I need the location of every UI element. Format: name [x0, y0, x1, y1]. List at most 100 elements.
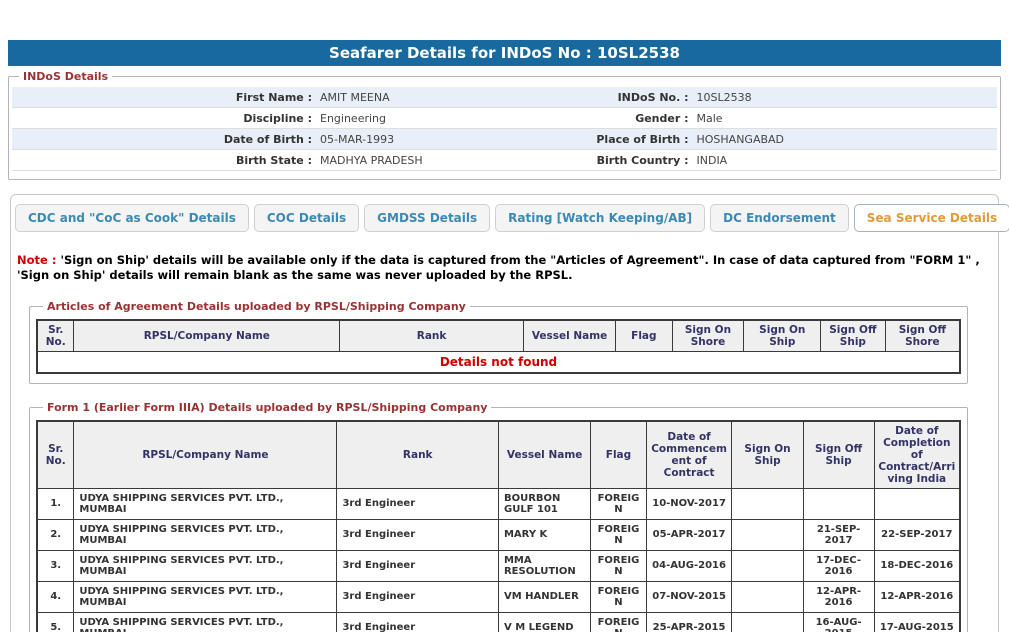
table-row: Details not found	[37, 351, 960, 373]
table-cell: 3.	[37, 550, 74, 581]
birth-state-label: Birth State :	[12, 154, 312, 167]
table-cell: BOURBON GULF 101	[498, 488, 590, 519]
table-cell: 21-SEP-2017	[803, 519, 874, 550]
table-cell: 17-AUG-2015	[874, 612, 960, 632]
gender-label: Gender :	[505, 112, 689, 125]
table-cell	[732, 550, 803, 581]
column-header: Sr. No.	[37, 421, 74, 489]
table-cell: V M LEGEND	[498, 612, 590, 632]
articles-of-agreement-legend: Articles of Agreement Details uploaded b…	[43, 300, 470, 313]
table-cell: 2.	[37, 519, 74, 550]
tab-gmdss-details[interactable]: GMDSS Details	[364, 204, 490, 232]
column-header: Sign On Shore	[672, 320, 744, 352]
table-cell: 3rd Engineer	[337, 488, 499, 519]
column-header: RPSL/Company Name	[74, 421, 337, 489]
date-of-birth-label: Date of Birth :	[12, 133, 312, 146]
table-row: 3.UDYA SHIPPING SERVICES PVT. LTD., MUMB…	[37, 550, 960, 581]
table-cell: FOREIGN	[591, 488, 646, 519]
column-header: Sign Off Ship	[821, 320, 886, 352]
discipline-label: Discipline :	[12, 112, 312, 125]
tab-coc-details[interactable]: COC Details	[254, 204, 359, 232]
column-header: Sign On Ship	[744, 320, 821, 352]
date-of-birth-value: 05-MAR-1993	[312, 133, 394, 146]
articles-table: Sr. No.RPSL/Company NameRankVessel NameF…	[36, 319, 961, 374]
column-header: Rank	[337, 421, 499, 489]
table-cell: 25-APR-2015	[646, 612, 732, 632]
tab-cdc-coc-as-cook-details[interactable]: CDC and "CoC as Cook" Details	[15, 204, 249, 232]
form1-legend: Form 1 (Earlier Form IIIA) Details uploa…	[43, 401, 491, 414]
table-cell: 4.	[37, 581, 74, 612]
tab-bar: CDC and "CoC as Cook" Details COC Detail…	[11, 195, 998, 232]
indos-details-section: INDoS Details First Name : AMIT MEENA IN…	[8, 70, 1001, 180]
table-cell: MARY K	[498, 519, 590, 550]
table-cell: 12-APR-2016	[874, 581, 960, 612]
table-cell: UDYA SHIPPING SERVICES PVT. LTD., MUMBAI	[74, 519, 337, 550]
tab-rating-watch-keeping-ab[interactable]: Rating [Watch Keeping/AB]	[495, 204, 705, 232]
table-cell: 10-NOV-2017	[646, 488, 732, 519]
column-header: Sign On Ship	[732, 421, 803, 489]
table-cell: 16-AUG-2015	[803, 612, 874, 632]
table-cell: FOREIGN	[591, 612, 646, 632]
birth-country-value: INDIA	[689, 154, 728, 167]
gender-value: Male	[689, 112, 723, 125]
place-of-birth-label: Place of Birth :	[505, 133, 689, 146]
note-body: 'Sign on Ship' details will be available…	[17, 253, 980, 282]
empty-message: Details not found	[37, 351, 960, 373]
indos-no-label: INDoS No. :	[505, 91, 689, 104]
table-cell: 22-SEP-2017	[874, 519, 960, 550]
detail-row: Discipline : Engineering Gender : Male	[12, 108, 997, 129]
indos-details-legend: INDoS Details	[19, 70, 112, 83]
table-cell	[874, 488, 960, 519]
page-title: Seafarer Details for INDoS No : 10SL2538	[8, 40, 1001, 66]
table-cell	[732, 581, 803, 612]
table-cell: 3rd Engineer	[337, 519, 499, 550]
table-row: 2.UDYA SHIPPING SERVICES PVT. LTD., MUMB…	[37, 519, 960, 550]
column-header: Date of Commencement of Contract	[646, 421, 732, 489]
table-cell: 17-DEC-2016	[803, 550, 874, 581]
note-label: Note :	[17, 253, 56, 267]
table-cell: UDYA SHIPPING SERVICES PVT. LTD., MUMBAI	[74, 488, 337, 519]
column-header: Date of Completion of Contract/Arriving …	[874, 421, 960, 489]
table-cell: 3rd Engineer	[337, 612, 499, 632]
table-row: 4.UDYA SHIPPING SERVICES PVT. LTD., MUMB…	[37, 581, 960, 612]
place-of-birth-value: HOSHANGABAD	[689, 133, 785, 146]
birth-state-value: MADHYA PRADESH	[312, 154, 423, 167]
table-cell: UDYA SHIPPING SERVICES PVT. LTD., MUMBAI	[74, 612, 337, 632]
table-cell: 18-DEC-2016	[874, 550, 960, 581]
table-row: 1.UDYA SHIPPING SERVICES PVT. LTD., MUMB…	[37, 488, 960, 519]
first-name-label: First Name :	[12, 91, 312, 104]
form1-section: Form 1 (Earlier Form IIIA) Details uploa…	[29, 401, 968, 632]
form1-table: Sr. No.RPSL/Company NameRankVessel NameF…	[36, 420, 961, 632]
table-cell: 5.	[37, 612, 74, 632]
table-cell: FOREIGN	[591, 581, 646, 612]
tab-dc-endorsement[interactable]: DC Endorsement	[710, 204, 849, 232]
column-header: Vessel Name	[523, 320, 615, 352]
table-cell	[803, 488, 874, 519]
table-cell: VM HANDLER	[498, 581, 590, 612]
table-cell: 12-APR-2016	[803, 581, 874, 612]
detail-row: First Name : AMIT MEENA INDoS No. : 10SL…	[12, 87, 997, 108]
table-cell: UDYA SHIPPING SERVICES PVT. LTD., MUMBAI	[74, 581, 337, 612]
indos-no-value: 10SL2538	[689, 91, 752, 104]
table-cell: 3rd Engineer	[337, 581, 499, 612]
table-cell: FOREIGN	[591, 519, 646, 550]
tab-panel: CDC and "CoC as Cook" Details COC Detail…	[10, 194, 999, 632]
birth-country-label: Birth Country :	[505, 154, 689, 167]
detail-row: Date of Birth : 05-MAR-1993 Place of Bir…	[12, 129, 997, 150]
table-cell: 07-NOV-2015	[646, 581, 732, 612]
table-cell: UDYA SHIPPING SERVICES PVT. LTD., MUMBAI	[74, 550, 337, 581]
column-header: Flag	[616, 320, 672, 352]
column-header: Rank	[340, 320, 524, 352]
table-row: 5.UDYA SHIPPING SERVICES PVT. LTD., MUMB…	[37, 612, 960, 632]
column-header: Sr. No.	[37, 320, 74, 352]
table-cell: MMA RESOLUTION	[498, 550, 590, 581]
column-header: Flag	[591, 421, 646, 489]
table-cell: FOREIGN	[591, 550, 646, 581]
tab-sea-service-details[interactable]: Sea Service Details	[854, 204, 1009, 232]
table-cell: 1.	[37, 488, 74, 519]
table-cell: 04-AUG-2016	[646, 550, 732, 581]
table-cell: 3rd Engineer	[337, 550, 499, 581]
table-cell	[732, 612, 803, 632]
column-header: Sign Off Shore	[885, 320, 960, 352]
articles-of-agreement-section: Articles of Agreement Details uploaded b…	[29, 300, 968, 384]
